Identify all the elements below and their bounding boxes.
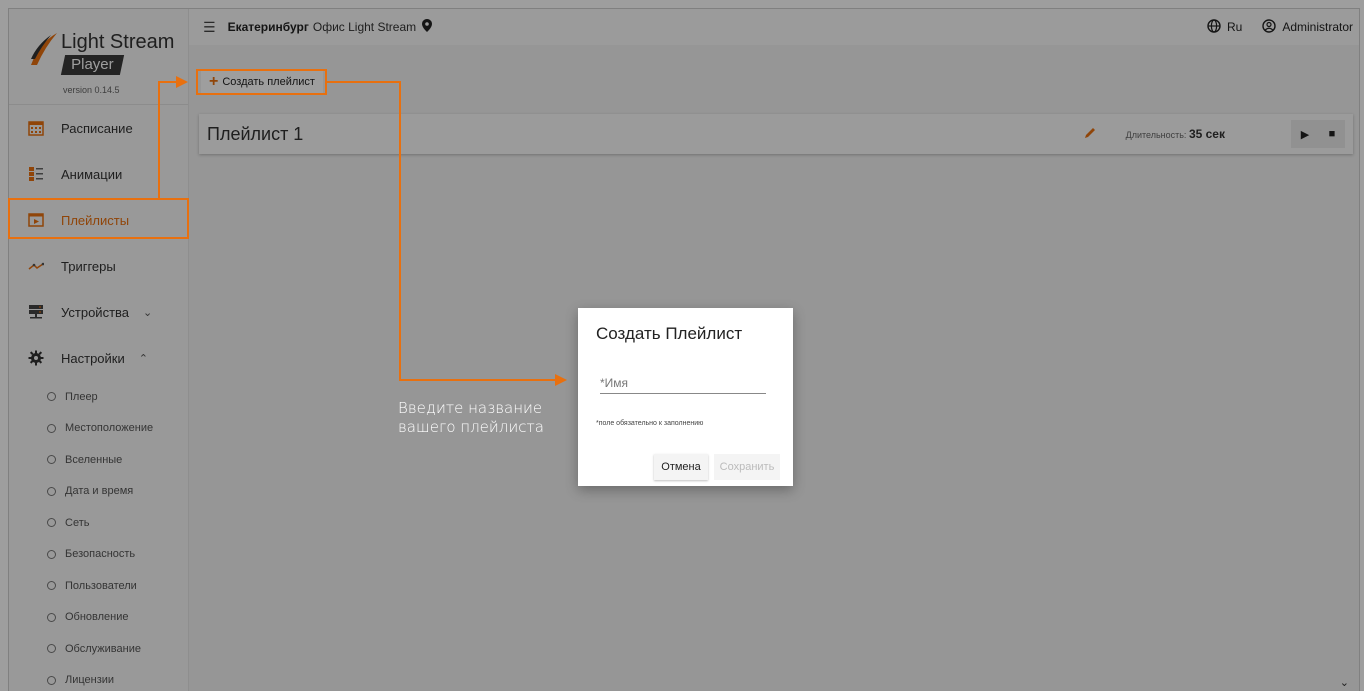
arrow-right-icon xyxy=(555,374,567,386)
required-field-note: *поле обязательно к заполнению xyxy=(596,420,704,427)
highlight-create-button xyxy=(196,69,327,95)
connector-line xyxy=(158,81,160,199)
arrow-right-icon xyxy=(176,76,188,88)
tutorial-note: Введите название вашего плейлиста xyxy=(398,399,544,436)
playlist-name-input[interactable] xyxy=(600,372,766,394)
save-button[interactable]: Сохранить xyxy=(714,454,780,480)
connector-line xyxy=(158,81,178,83)
connector-line xyxy=(399,379,557,381)
highlight-playlists-item xyxy=(8,198,189,239)
cancel-button[interactable]: Отмена xyxy=(654,454,708,480)
connector-line xyxy=(399,81,401,381)
connector-line xyxy=(327,81,401,83)
dialog-title: Создать Плейлист xyxy=(596,324,743,343)
create-playlist-dialog: Создать Плейлист *поле обязательно к зап… xyxy=(578,308,793,486)
